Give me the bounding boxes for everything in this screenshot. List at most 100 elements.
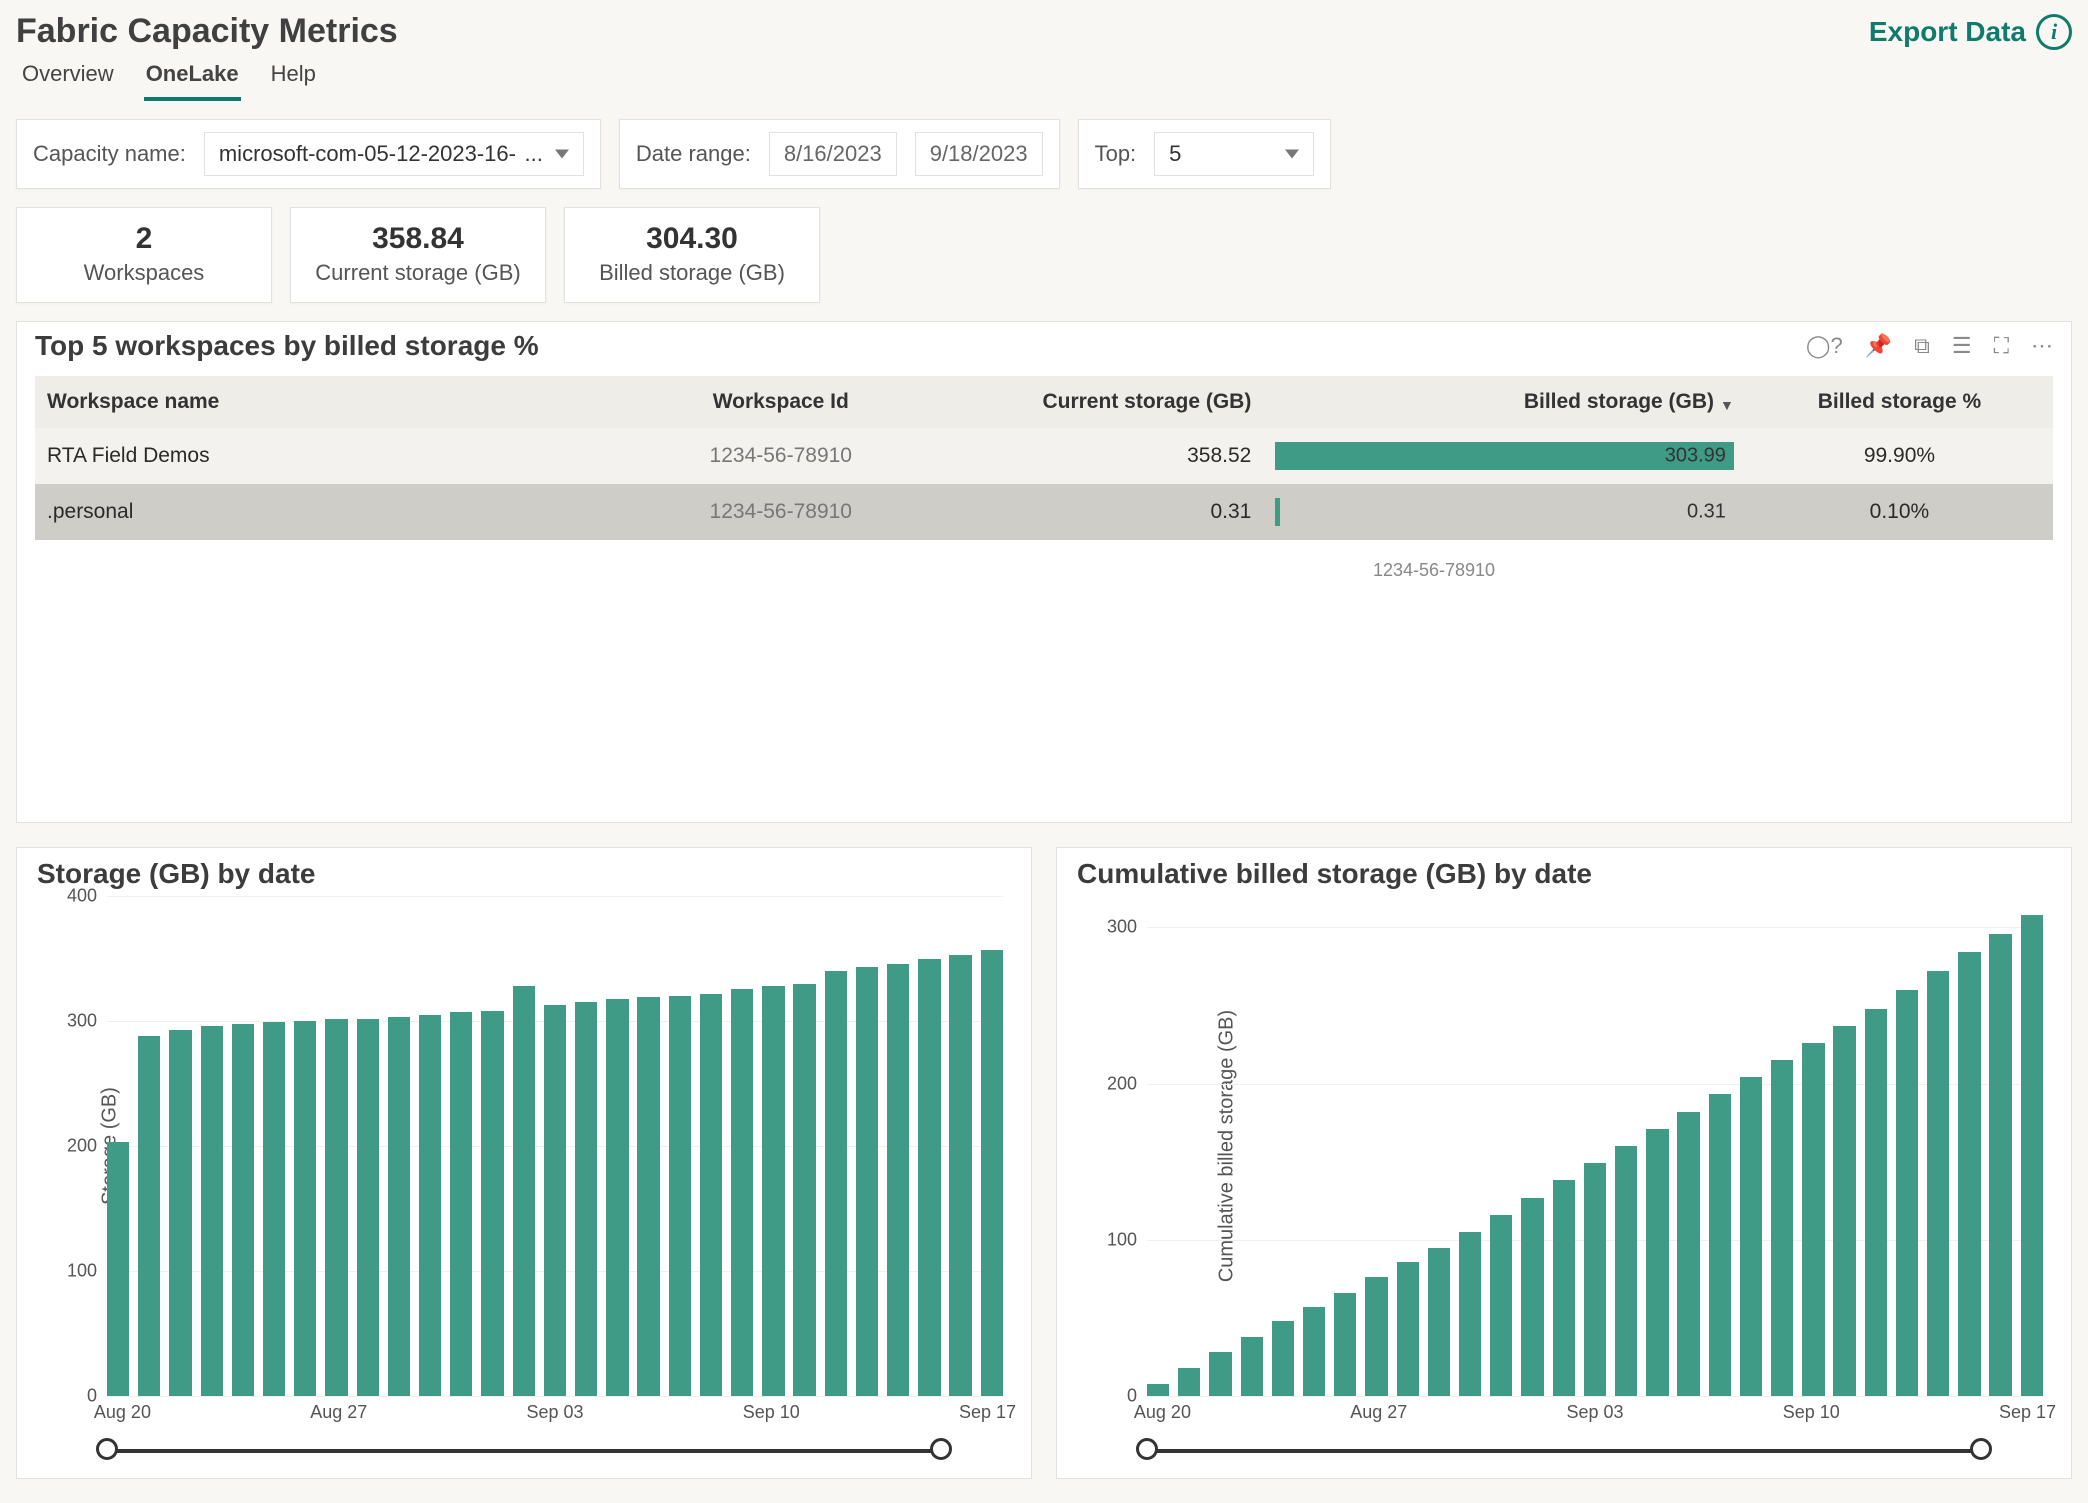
bar[interactable] — [731, 989, 753, 1397]
bar[interactable] — [450, 1012, 472, 1396]
bar[interactable] — [1428, 1248, 1450, 1396]
bar[interactable] — [357, 1019, 379, 1397]
bar[interactable] — [762, 986, 784, 1396]
xtick: Sep 10 — [743, 1402, 800, 1423]
bar[interactable] — [138, 1036, 160, 1396]
tab-help[interactable]: Help — [269, 55, 318, 101]
bar[interactable] — [1303, 1307, 1325, 1396]
bar[interactable] — [1584, 1163, 1606, 1396]
xtick: Aug 20 — [94, 1402, 151, 1423]
date-to-input[interactable]: 9/18/2023 — [915, 132, 1043, 176]
bar[interactable] — [1989, 934, 2011, 1397]
bar[interactable] — [1740, 1077, 1762, 1396]
bar[interactable] — [107, 1142, 129, 1396]
export-data-button[interactable]: Export Data i — [1869, 14, 2072, 50]
tab-overview[interactable]: Overview — [20, 55, 116, 101]
bar[interactable] — [669, 996, 691, 1396]
bar[interactable] — [232, 1024, 254, 1397]
bar[interactable] — [1709, 1094, 1731, 1396]
col-current-storage[interactable]: Current storage (GB) — [956, 376, 1263, 428]
col-workspace-name[interactable]: Workspace name — [35, 376, 605, 428]
bar[interactable] — [981, 950, 1003, 1396]
bar[interactable] — [1927, 971, 1949, 1396]
bar[interactable] — [481, 1011, 503, 1396]
bar[interactable] — [793, 984, 815, 1397]
bar[interactable] — [825, 971, 847, 1396]
bar[interactable] — [1896, 990, 1918, 1396]
bar[interactable] — [700, 994, 722, 1397]
date-from-input[interactable]: 8/16/2023 — [769, 132, 897, 176]
bar[interactable] — [1521, 1198, 1543, 1396]
bar[interactable] — [1272, 1321, 1294, 1396]
ytick: 300 — [1093, 917, 1137, 938]
col-workspace-id[interactable]: Workspace Id — [605, 376, 956, 428]
bar[interactable] — [918, 959, 940, 1397]
slider-knob-right[interactable] — [930, 1438, 952, 1460]
pin-icon[interactable]: 📌 — [1865, 333, 1892, 359]
bar[interactable] — [388, 1017, 410, 1396]
bar[interactable] — [856, 967, 878, 1396]
bar[interactable] — [1490, 1215, 1512, 1396]
slider-knob-left[interactable] — [96, 1438, 118, 1460]
bar[interactable] — [1677, 1112, 1699, 1396]
chart1-xaxis: Aug 20Aug 27Sep 03Sep 10Sep 17 — [107, 1402, 1003, 1424]
bar[interactable] — [1459, 1232, 1481, 1396]
bar[interactable] — [1646, 1129, 1668, 1396]
bar[interactable] — [1209, 1352, 1231, 1396]
bar[interactable] — [1958, 952, 1980, 1396]
bar[interactable] — [419, 1015, 441, 1396]
slider-knob-right[interactable] — [1970, 1438, 1992, 1460]
cell-id: 1234-56-78910 — [605, 428, 956, 484]
xtick: Sep 03 — [1566, 1402, 1623, 1423]
bar[interactable] — [1334, 1293, 1356, 1396]
info-icon[interactable]: i — [2036, 14, 2072, 50]
bar[interactable] — [169, 1030, 191, 1396]
bar[interactable] — [887, 964, 909, 1397]
bar[interactable] — [949, 955, 971, 1396]
slider-knob-left[interactable] — [1136, 1438, 1158, 1460]
table-row[interactable]: RTA Field Demos1234-56-78910358.52303.99… — [35, 428, 2053, 484]
filter-icon[interactable]: ☰ — [1952, 333, 1972, 359]
bar[interactable] — [2021, 915, 2043, 1396]
more-icon[interactable]: ⋯ — [2031, 333, 2053, 359]
bar[interactable] — [1365, 1277, 1387, 1396]
bar[interactable] — [325, 1019, 347, 1397]
col-billed-pct[interactable]: Billed storage % — [1746, 376, 2053, 428]
help-circle-icon[interactable]: ◯? — [1806, 333, 1843, 359]
capacity-select[interactable]: microsoft-com-05-12-2023-16- ... — [204, 132, 584, 176]
bar[interactable] — [513, 986, 535, 1396]
bar[interactable] — [1241, 1337, 1263, 1396]
ytick: 0 — [53, 1386, 97, 1407]
bar[interactable] — [201, 1026, 223, 1396]
chart2-range-slider[interactable] — [1147, 1436, 1981, 1462]
storage-by-date-chart[interactable]: Storage (GB) by date Storage (GB) 010020… — [16, 847, 1032, 1479]
kpi-current-storage[interactable]: 358.84 Current storage (GB) — [290, 207, 546, 303]
kpi-billed-storage[interactable]: 304.30 Billed storage (GB) — [564, 207, 820, 303]
top-filter: Top: 5 — [1078, 119, 1332, 189]
bar[interactable] — [1802, 1043, 1824, 1396]
table-row[interactable]: .personal1234-56-789100.310.310.10% — [35, 484, 2053, 540]
ytick: 100 — [53, 1261, 97, 1282]
bar[interactable] — [637, 997, 659, 1396]
bar[interactable] — [263, 1022, 285, 1396]
chart1-range-slider[interactable] — [107, 1436, 941, 1462]
bar[interactable] — [606, 999, 628, 1397]
tab-onelake[interactable]: OneLake — [144, 55, 241, 101]
col-billed-storage[interactable]: Billed storage (GB) — [1263, 376, 1746, 428]
bar[interactable] — [1771, 1060, 1793, 1396]
bar[interactable] — [1833, 1026, 1855, 1396]
cumulative-billed-chart[interactable]: Cumulative billed storage (GB) by date C… — [1056, 847, 2072, 1479]
top-select[interactable]: 5 — [1154, 132, 1314, 176]
bar[interactable] — [544, 1005, 566, 1396]
bar[interactable] — [1397, 1262, 1419, 1396]
bar[interactable] — [294, 1021, 316, 1396]
bar[interactable] — [1553, 1180, 1575, 1396]
bar[interactable] — [575, 1002, 597, 1396]
bar[interactable] — [1147, 1384, 1169, 1397]
bar[interactable] — [1865, 1009, 1887, 1397]
kpi-workspaces[interactable]: 2 Workspaces — [16, 207, 272, 303]
bar[interactable] — [1615, 1146, 1637, 1396]
bar[interactable] — [1178, 1368, 1200, 1396]
focus-icon[interactable]: ⛶ — [1994, 333, 2009, 359]
copy-icon[interactable]: ⧉ — [1914, 333, 1930, 359]
